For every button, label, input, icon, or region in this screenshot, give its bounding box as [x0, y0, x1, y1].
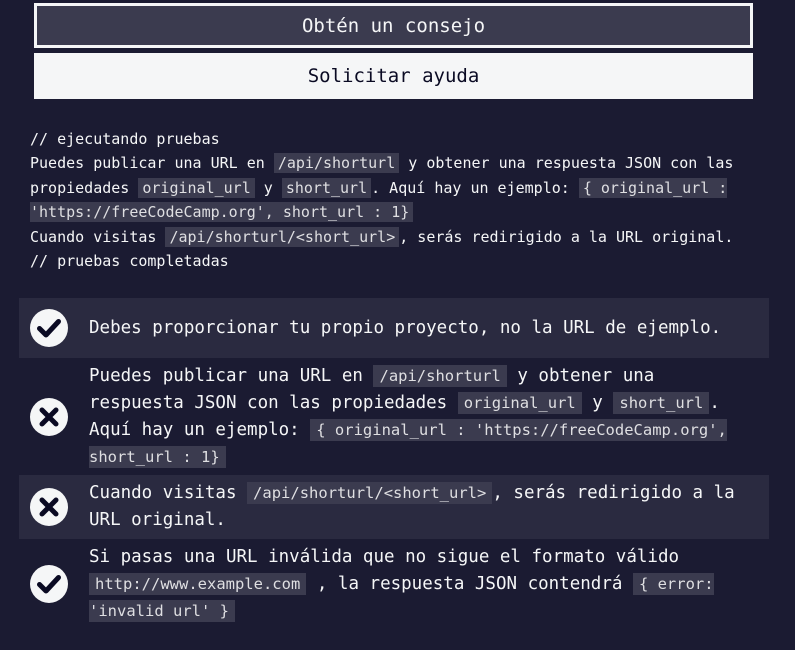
- test-description: Si pasas una URL inválida que no sigue e…: [89, 546, 714, 622]
- check-circle-icon: [29, 308, 69, 348]
- console-line-redirect: Cuando visitas /api/shorturl/<short_url>…: [30, 226, 734, 247]
- ask-for-help-button[interactable]: Solicitar ayuda: [34, 53, 753, 99]
- console-start-comment: // ejecutando pruebas: [30, 130, 220, 148]
- test-console-output: // ejecutando pruebas Puedes publicar un…: [30, 127, 770, 273]
- inline-code: short_url: [281, 177, 372, 198]
- inline-code: /api/shorturl/<short_url>: [247, 482, 493, 504]
- test-result-row: Cuando visitas /api/shorturl/<short_url>…: [19, 475, 769, 539]
- test-description: Cuando visitas /api/shorturl/<short_url>…: [89, 482, 735, 530]
- inline-code: original_url: [138, 177, 255, 198]
- inline-code: original_url: [457, 391, 582, 414]
- inline-code: http://www.example.com: [89, 572, 307, 595]
- check-circle-icon: [29, 564, 69, 604]
- inline-code: short_url: [613, 391, 710, 414]
- test-description: Debes proporcionar tu propio proyecto, n…: [89, 317, 722, 338]
- x-circle-icon: [29, 397, 69, 437]
- inline-code: /api/shorturl: [273, 153, 400, 174]
- inline-code: /api/shorturl: [373, 364, 507, 387]
- test-results-list: Debes proporcionar tu propio proyecto, n…: [19, 298, 769, 629]
- test-result-row: Puedes publicar una URL en /api/shorturl…: [19, 358, 769, 475]
- console-end-comment: // pruebas completadas: [30, 252, 229, 271]
- test-result-row: Si pasas una URL inválida que no sigue e…: [19, 539, 769, 629]
- console-line-post-url: Puedes publicar una URL en /api/shorturl…: [30, 153, 734, 223]
- get-hint-button[interactable]: Obtén un consejo: [34, 3, 753, 48]
- test-description: Puedes publicar una URL en /api/shorturl…: [89, 364, 727, 468]
- test-result-row: Debes proporcionar tu propio proyecto, n…: [19, 298, 769, 358]
- x-circle-icon: [29, 487, 69, 527]
- inline-code: /api/shorturl/<short_url>: [165, 226, 400, 247]
